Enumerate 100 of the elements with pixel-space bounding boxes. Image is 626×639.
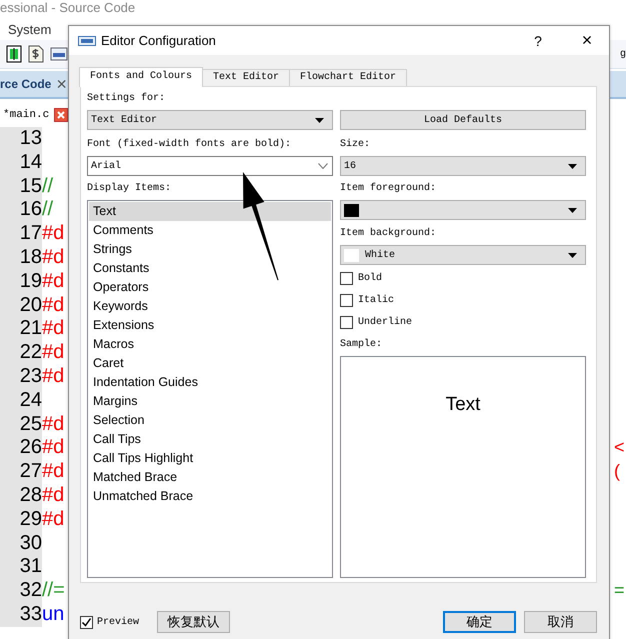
code-text: #d bbox=[42, 317, 64, 340]
foreground-dropdown[interactable] bbox=[340, 200, 586, 220]
tab[interactable]: Flowchart Editor bbox=[289, 69, 408, 86]
toolbar-text: g bbox=[620, 48, 626, 60]
line-number: 28 bbox=[0, 484, 42, 508]
code-text: #d bbox=[42, 364, 64, 387]
line-number: 25 bbox=[0, 412, 42, 436]
background-dropdown[interactable]: White bbox=[340, 245, 586, 265]
checkbox[interactable] bbox=[340, 316, 353, 329]
list-item[interactable]: Constants bbox=[89, 259, 331, 278]
document-tab[interactable]: rce Code bbox=[0, 77, 52, 91]
line-number: 19 bbox=[0, 270, 42, 294]
code-text: #d bbox=[42, 460, 64, 482]
line-number: 21 bbox=[0, 317, 42, 342]
code-text: #d bbox=[42, 270, 64, 292]
list-item[interactable]: Macros bbox=[89, 335, 331, 354]
line-number: 15 bbox=[0, 174, 42, 198]
code-text: #d bbox=[42, 246, 64, 268]
checkbox-label: Bold bbox=[358, 273, 382, 284]
close-icon[interactable]: × bbox=[56, 74, 67, 94]
line-number: 14 bbox=[0, 150, 42, 175]
field-label: Settings for: bbox=[87, 92, 166, 106]
code-text: = bbox=[614, 579, 626, 602]
checkbox-label: Italic bbox=[358, 295, 394, 306]
window-icon bbox=[78, 36, 96, 46]
line-number: 13 bbox=[0, 127, 42, 151]
field-label: Sample: bbox=[340, 338, 384, 352]
window-title: Editor Configuration bbox=[101, 33, 217, 48]
list-item[interactable]: Extensions bbox=[89, 316, 331, 335]
field-label: Size: bbox=[340, 138, 372, 152]
line-number: 26 bbox=[0, 436, 42, 460]
font-combobox[interactable]: Arial bbox=[87, 156, 333, 176]
document-icon[interactable] bbox=[6, 45, 22, 63]
dropdown-arrow-icon bbox=[568, 252, 577, 258]
field-label: Item foreground: bbox=[340, 182, 438, 196]
check-icon bbox=[81, 616, 92, 628]
code-text: #d bbox=[42, 222, 64, 244]
line-number: 17 bbox=[0, 222, 42, 246]
menu-item[interactable]: System bbox=[8, 22, 52, 36]
list-item[interactable]: Operators bbox=[89, 278, 331, 297]
list-item[interactable]: Indentation Guides bbox=[89, 373, 331, 392]
size-dropdown[interactable]: 16 bbox=[340, 156, 586, 176]
list-item[interactable]: Comments bbox=[89, 221, 331, 240]
checkbox[interactable] bbox=[340, 272, 353, 285]
help-button[interactable]: ? bbox=[523, 32, 553, 48]
sample-text: Text bbox=[446, 394, 480, 417]
close-icon[interactable] bbox=[54, 108, 68, 122]
line-number: 30 bbox=[0, 532, 42, 556]
code-text: un bbox=[42, 602, 64, 625]
code-text: #d bbox=[42, 412, 64, 435]
checkbox-label: Underline bbox=[358, 317, 412, 328]
file-tab[interactable]: *main.c bbox=[3, 109, 50, 121]
list-item[interactable]: Keywords bbox=[89, 297, 331, 316]
tab[interactable]: Fonts and Colours bbox=[79, 67, 204, 87]
line-number: 18 bbox=[0, 246, 42, 270]
dropdown-arrow-icon bbox=[568, 164, 577, 168]
load-defaults-button[interactable]: Load Defaults bbox=[340, 110, 586, 130]
line-number: 31 bbox=[0, 555, 42, 580]
checkbox[interactable] bbox=[340, 294, 353, 307]
line-number: 24 bbox=[0, 388, 42, 413]
list-item[interactable]: Strings bbox=[89, 240, 331, 259]
line-number: 16 bbox=[0, 198, 42, 222]
restore-defaults-button[interactable]: 恢复默认 bbox=[157, 611, 230, 633]
list-item[interactable]: Text bbox=[89, 202, 331, 221]
list-item[interactable]: Call Tips bbox=[89, 430, 331, 449]
chip-icon[interactable] bbox=[50, 47, 68, 61]
ok-button[interactable]: 确定 bbox=[443, 611, 516, 633]
code-text: < bbox=[614, 436, 626, 460]
line-number: 23 bbox=[0, 364, 42, 389]
code-text: #d bbox=[42, 508, 64, 530]
field-label: Font (fixed-width fonts are bold): bbox=[87, 138, 292, 152]
dollar-icon[interactable] bbox=[28, 45, 44, 63]
chevron-icon bbox=[318, 163, 328, 169]
list-item[interactable]: Caret bbox=[89, 354, 331, 373]
code-text: #d bbox=[42, 436, 64, 458]
list-item[interactable]: Selection bbox=[89, 411, 331, 430]
line-number: 22 bbox=[0, 341, 42, 365]
code-text: // bbox=[42, 198, 54, 220]
dropdown-arrow-icon bbox=[568, 208, 577, 212]
settings-dropdown[interactable]: Text Editor bbox=[87, 110, 333, 130]
field-label: Display Items: bbox=[87, 182, 172, 196]
checkbox[interactable] bbox=[80, 616, 93, 628]
list-item[interactable]: Unmatched Brace bbox=[89, 487, 331, 506]
code-text: // bbox=[42, 174, 54, 197]
cancel-button[interactable]: 取消 bbox=[524, 611, 597, 633]
window-title: essional - Source Code bbox=[0, 0, 136, 17]
list-item[interactable]: Margins bbox=[89, 392, 331, 411]
code-text: #d bbox=[42, 484, 64, 506]
checkbox-label: Preview bbox=[97, 616, 140, 628]
field-label: Item background: bbox=[340, 227, 438, 241]
list-item[interactable]: Call Tips Highlight bbox=[89, 449, 331, 468]
line-number: 33 bbox=[0, 602, 42, 627]
line-number: 29 bbox=[0, 508, 42, 532]
code-text: #d bbox=[42, 294, 64, 316]
line-number: 27 bbox=[0, 460, 42, 484]
list-item[interactable]: Matched Brace bbox=[89, 468, 331, 487]
close-button[interactable]: × bbox=[572, 30, 602, 51]
code-text: //= bbox=[42, 579, 65, 602]
line-number: 32 bbox=[0, 579, 42, 603]
line-number: 20 bbox=[0, 294, 42, 318]
